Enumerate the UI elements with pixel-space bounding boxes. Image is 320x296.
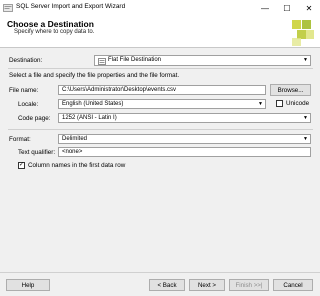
chevron-down-icon[interactable]: ▼ (301, 114, 310, 122)
code-page-label: Code page: (18, 115, 51, 122)
footer-divider (0, 272, 320, 273)
finish-button[interactable]: Finish >>| (229, 279, 269, 291)
minimize-button[interactable]: — (254, 0, 276, 16)
text-qualifier-label: Text qualifier: (18, 149, 56, 156)
instructions-text: Select a file and specify the file prope… (9, 72, 180, 79)
text-qualifier-input[interactable]: <none> (58, 147, 311, 157)
column-names-label: Column names in the first data row (28, 162, 126, 169)
browse-button[interactable]: Browse... (270, 84, 311, 96)
sql-server-logo-icon (292, 20, 314, 46)
maximize-button[interactable]: ☐ (276, 0, 298, 16)
wizard-header: Choose a Destination Specify where to co… (0, 16, 320, 48)
format-select[interactable]: Delimited ▼ (58, 134, 311, 144)
help-button[interactable]: Help (6, 279, 50, 291)
flat-file-icon (98, 57, 106, 65)
destination-label: Destination: (9, 57, 43, 64)
format-label: Format: (9, 136, 31, 143)
back-button[interactable]: < Back (149, 279, 185, 291)
unicode-label: Unicode (286, 100, 310, 107)
destination-value: Flat File Destination (108, 57, 162, 63)
close-button[interactable]: ✕ (298, 0, 320, 16)
unicode-checkbox[interactable] (276, 100, 283, 107)
divider (8, 129, 313, 130)
page-title: Choose a Destination (7, 19, 94, 29)
code-page-select[interactable]: 1252 (ANSI - Latin I) ▼ (58, 113, 311, 123)
title-bar: SQL Server Import and Export Wizard — ☐ … (0, 0, 320, 16)
destination-select[interactable]: Flat File Destination ▼ (94, 55, 311, 66)
file-name-input[interactable]: C:\Users\Administrator\Desktop\events.cs… (58, 85, 266, 95)
column-names-checkbox[interactable] (18, 161, 25, 169)
chevron-down-icon[interactable]: ▼ (256, 100, 265, 108)
cancel-button[interactable]: Cancel (273, 279, 313, 291)
window-title: SQL Server Import and Export Wizard (16, 3, 126, 10)
page-subtitle: Specify where to copy data to. (14, 29, 95, 35)
file-name-label: File name: (9, 87, 39, 94)
next-button[interactable]: Next > (189, 279, 225, 291)
divider (8, 68, 313, 69)
locale-select[interactable]: English (United States) ▼ (58, 99, 266, 109)
chevron-down-icon[interactable]: ▼ (301, 56, 310, 64)
chevron-down-icon[interactable]: ▼ (301, 135, 310, 143)
app-icon (3, 4, 13, 12)
locale-label: Locale: (18, 101, 39, 108)
